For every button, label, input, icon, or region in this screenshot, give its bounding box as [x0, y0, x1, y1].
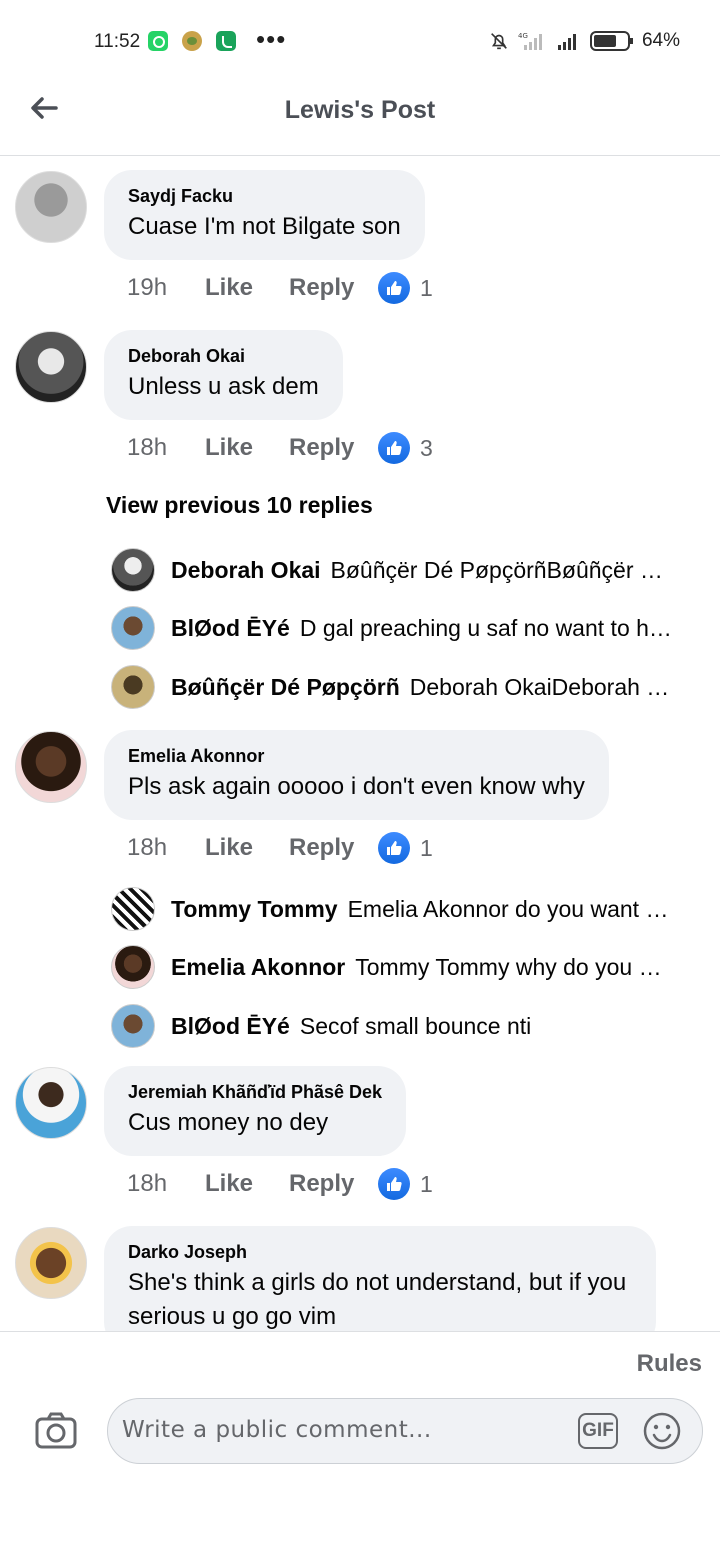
muted-bell-icon: [491, 33, 507, 50]
comment-actions: 18h Like Reply 1: [127, 832, 433, 864]
thumbs-up-icon[interactable]: [378, 832, 410, 864]
reply-button[interactable]: Reply: [289, 434, 378, 462]
reply-author[interactable]: Bøûñçër Dé Pøpçörñ: [171, 674, 400, 700]
reply-line: Deborah Okai Bøûñçër Dé PøpçörñBøûñçër Dé…: [171, 557, 675, 584]
comment-time: 18h: [127, 434, 168, 461]
reply-text: Tommy Tommy why do you want to ask: [355, 953, 675, 980]
avatar[interactable]: [111, 945, 155, 989]
comment-actions: 18h Like Reply 1: [127, 1168, 433, 1200]
reply-author[interactable]: Emelia Akonnor: [171, 954, 345, 980]
comment-composer: Rules Write a public comment... GIF: [0, 1331, 720, 1560]
avatar[interactable]: [111, 548, 155, 592]
reply-item[interactable]: Tommy Tommy Emelia Akonnor do you want me…: [111, 886, 691, 932]
like-button[interactable]: Like: [205, 834, 289, 862]
avatar[interactable]: [111, 665, 155, 709]
status-bar: 11:52 ••• 4G 64%: [0, 0, 720, 80]
comments-feed[interactable]: Saydj Facku Cuase I'm not Bilgate son 19…: [0, 156, 720, 1331]
like-button[interactable]: Like: [205, 274, 289, 302]
reply-author[interactable]: Tommy Tommy: [171, 896, 338, 922]
gif-icon[interactable]: GIF: [578, 1413, 618, 1449]
reply-button[interactable]: Reply: [289, 274, 378, 302]
like-count: 1: [420, 274, 433, 301]
reply-item[interactable]: Deborah Okai Bøûñçër Dé PøpçörñBøûñçër Dé…: [111, 547, 691, 593]
reply-line: BlØod ĒYé Secof small bounce nti: [171, 1013, 675, 1040]
like-button[interactable]: Like: [205, 1170, 289, 1198]
avatar[interactable]: [111, 1004, 155, 1048]
status-time: 11:52: [94, 31, 141, 52]
comment-time: 18h: [127, 1170, 168, 1197]
camera-icon[interactable]: [34, 1410, 78, 1450]
thumbs-up-icon[interactable]: [378, 432, 410, 464]
reply-author[interactable]: BlØod ĒYé: [171, 615, 290, 641]
reply-text: Emelia Akonnor do you want me to ask: [347, 895, 675, 922]
comment-bubble[interactable]: Emelia Akonnor Pls ask again ooooo i don…: [104, 730, 609, 820]
phone-icon: [216, 31, 236, 51]
reply-line: Tommy Tommy Emelia Akonnor do you want me…: [171, 896, 675, 923]
comment-bubble[interactable]: Deborah Okai Unless u ask dem: [104, 330, 343, 420]
comment-author[interactable]: Deborah Okai: [128, 344, 319, 368]
reply-text: Deborah OkaiDeborah Okai: [409, 673, 675, 700]
comment-author[interactable]: Jeremiah Khãñďïd Phãsê Dek: [128, 1080, 382, 1104]
reply-text: D gal preaching u saf no want to hear: [299, 614, 675, 641]
comment-actions: 19h Like Reply 1: [127, 272, 433, 304]
like-count: 3: [420, 434, 433, 461]
comment-bubble[interactable]: Saydj Facku Cuase I'm not Bilgate son: [104, 170, 425, 260]
reply-text: Secof small bounce nti: [299, 1012, 532, 1039]
comment-author[interactable]: Darko Joseph: [128, 1240, 632, 1264]
battery-icon: [589, 31, 633, 51]
avatar[interactable]: [15, 1227, 87, 1299]
svg-text:4G: 4G: [518, 32, 528, 40]
reply-line: BlØod ĒYé D gal preaching u saf no want t…: [171, 615, 675, 642]
reply-item[interactable]: Bøûñçër Dé Pøpçörñ Deborah OkaiDeborah Ok…: [111, 664, 691, 710]
comment-input-placeholder: Write a public comment...: [122, 1417, 432, 1443]
comment-text: She's think a girls do not understand, b…: [128, 1269, 627, 1330]
comment-time: 19h: [127, 274, 168, 301]
reply-line: Bøûñçër Dé Pøpçörñ Deborah OkaiDeborah Ok…: [171, 674, 675, 701]
post-header: Lewis's Post: [0, 80, 720, 156]
comment-text: Cuase I'm not Bilgate son: [128, 213, 401, 240]
avatar[interactable]: [15, 171, 87, 243]
avatar[interactable]: [111, 606, 155, 650]
comment-bubble[interactable]: Jeremiah Khãñďïd Phãsê Dek Cus money no …: [104, 1066, 407, 1156]
reply-author[interactable]: BlØod ĒYé: [171, 1013, 290, 1039]
thumbs-up-icon[interactable]: [378, 1168, 410, 1200]
thumbs-up-icon[interactable]: [378, 272, 410, 304]
reply-button[interactable]: Reply: [289, 1170, 378, 1198]
avatar[interactable]: [111, 887, 155, 931]
rules-link[interactable]: Rules: [637, 1350, 702, 1378]
reply-item[interactable]: BlØod ĒYé Secof small bounce nti: [111, 1003, 691, 1049]
comment-bubble[interactable]: Darko Joseph She's think a girls do not …: [104, 1226, 656, 1331]
whatsapp-icon: [148, 31, 168, 51]
reply-line: Emelia Akonnor Tommy Tommy why do you wan…: [171, 954, 675, 981]
comment-author[interactable]: Saydj Facku: [128, 184, 401, 208]
comment-text: Cus money no dey: [128, 1109, 329, 1136]
more-notifications-icon: •••: [256, 24, 287, 54]
comment-author[interactable]: Emelia Akonnor: [128, 744, 585, 768]
page-title: Lewis's Post: [284, 96, 436, 124]
reply-text: Bøûñçër Dé PøpçörñBøûñçër Dé Pøpçörñ: [330, 556, 675, 583]
reply-button[interactable]: Reply: [289, 834, 378, 862]
comment-text: Pls ask again ooooo i don't even know wh…: [128, 773, 585, 800]
avatar[interactable]: [15, 731, 87, 803]
comment-time: 18h: [127, 834, 168, 861]
like-button[interactable]: Like: [205, 434, 289, 462]
app-notification-icon: [182, 31, 202, 51]
view-previous-replies-link[interactable]: View previous 10 replies: [106, 492, 373, 519]
comment-input[interactable]: Write a public comment... GIF: [107, 1398, 703, 1464]
signal-icon: [557, 34, 576, 50]
comment-actions: 18h Like Reply 3: [127, 432, 433, 464]
avatar[interactable]: [15, 331, 87, 403]
reply-item[interactable]: Emelia Akonnor Tommy Tommy why do you wan…: [111, 944, 691, 990]
like-count: 1: [420, 1170, 433, 1197]
reply-item[interactable]: BlØod ĒYé D gal preaching u saf no want t…: [111, 605, 691, 651]
comment-text: Unless u ask dem: [128, 373, 319, 400]
like-count: 1: [420, 834, 433, 861]
signal-4g-icon: 4G: [518, 32, 542, 50]
reply-author[interactable]: Deborah Okai: [171, 557, 321, 583]
avatar[interactable]: [15, 1067, 87, 1139]
emoji-icon[interactable]: [642, 1411, 682, 1451]
battery-percent: 64%: [641, 30, 680, 51]
